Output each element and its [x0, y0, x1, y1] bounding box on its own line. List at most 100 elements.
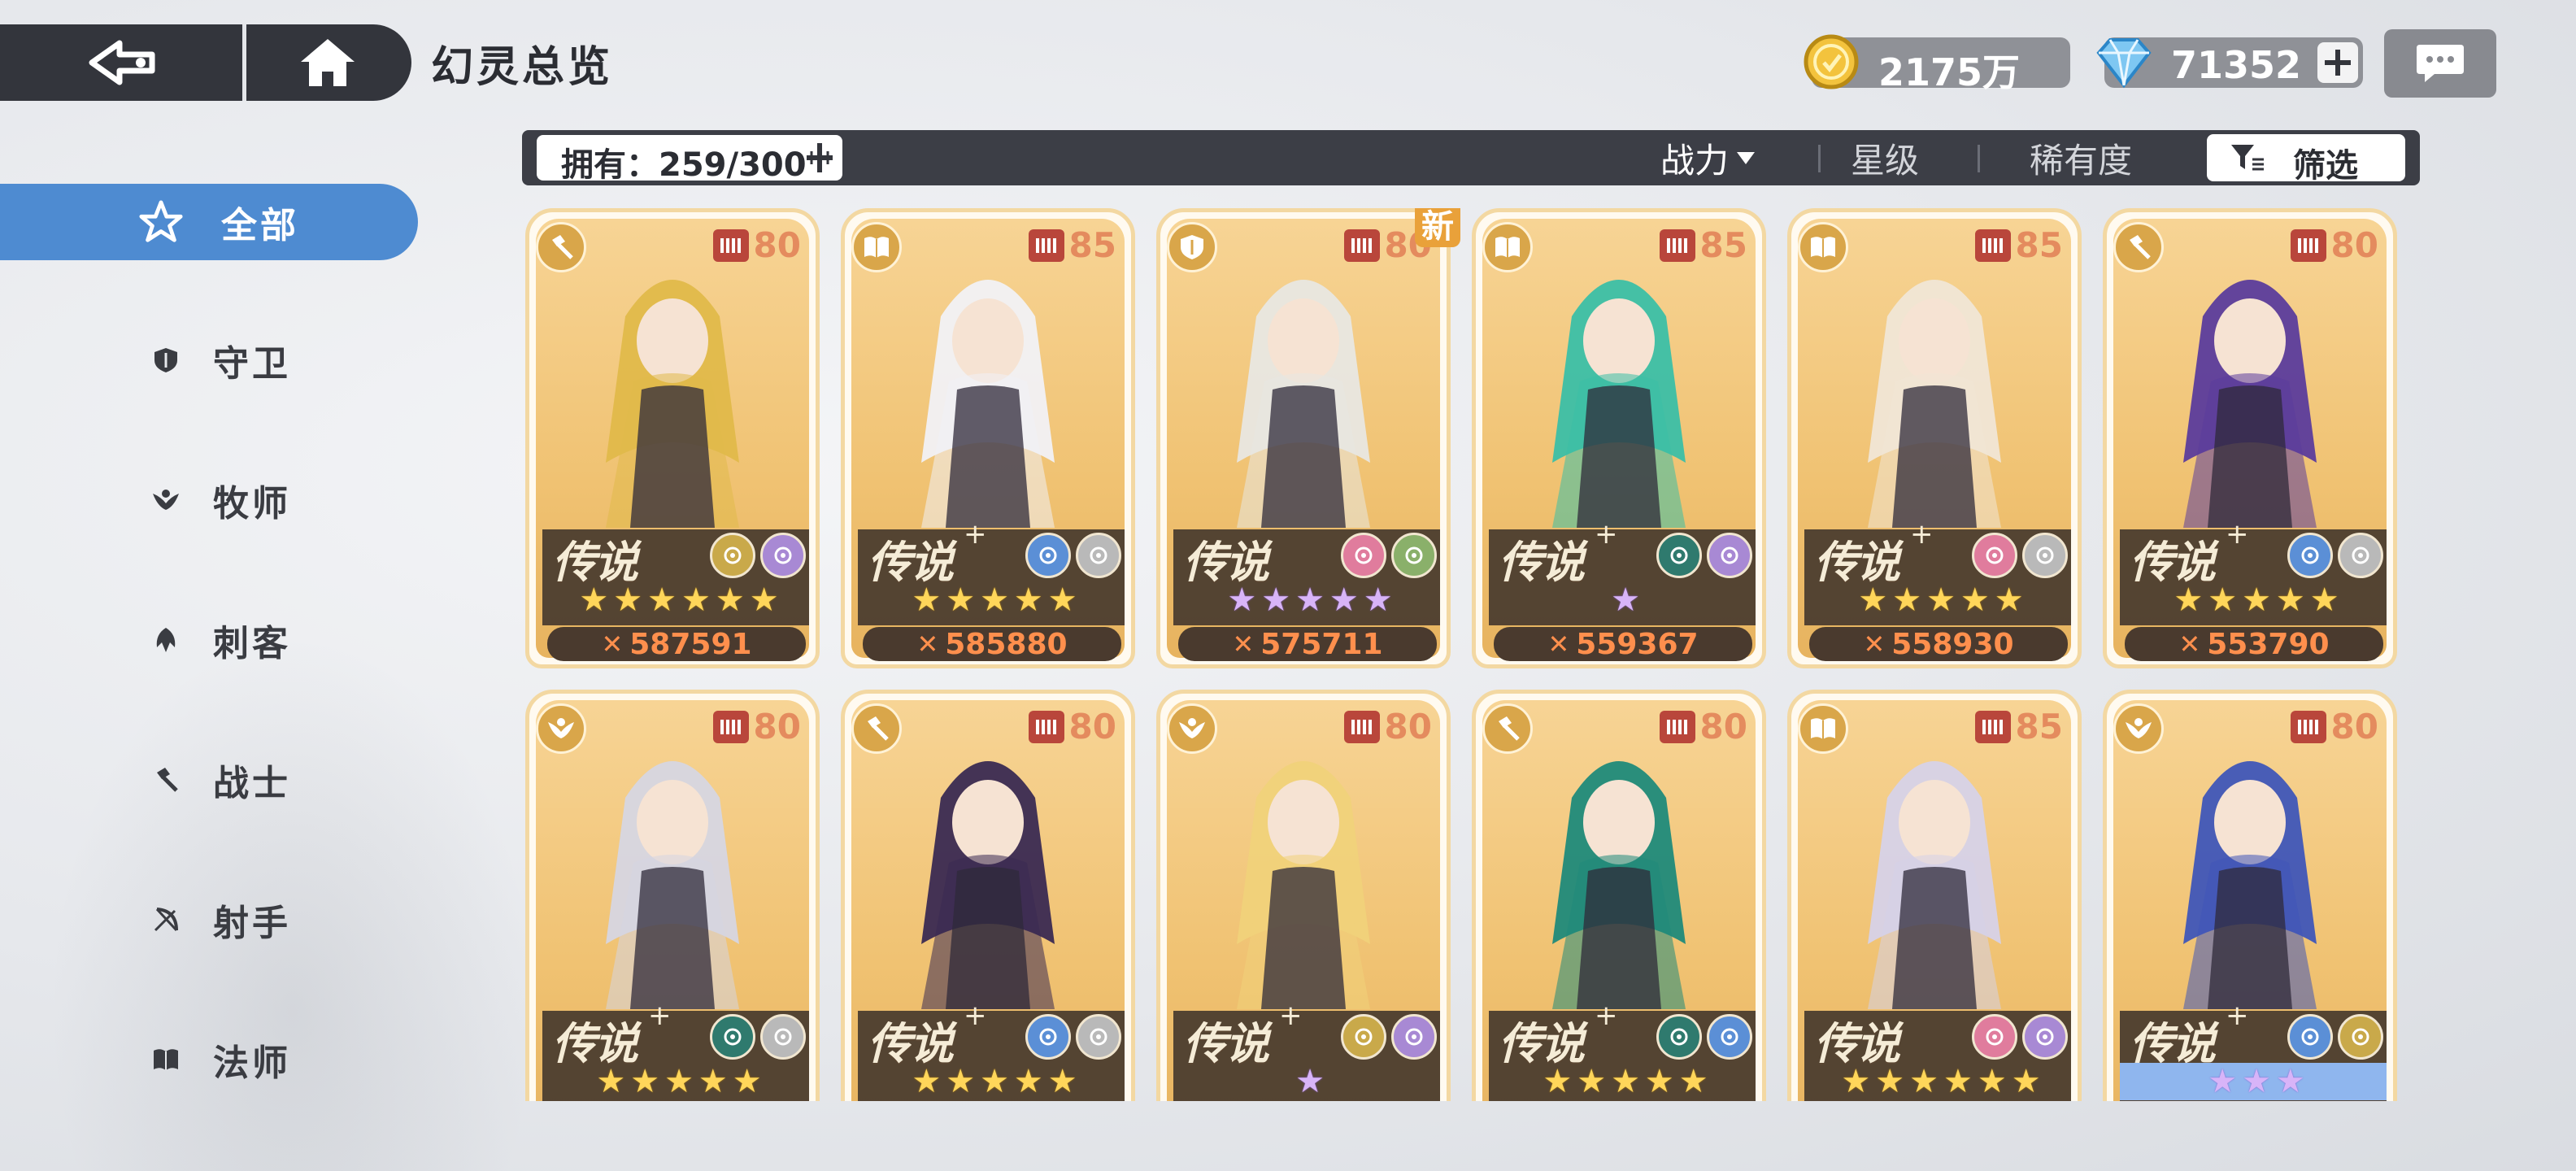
top-nav	[0, 24, 411, 101]
character-card[interactable]: 传说 ★ ★ ★ ★ ★ 80 ✕ 575711 新	[1156, 208, 1460, 668]
home-button[interactable]	[246, 24, 409, 101]
level-value: 80	[2330, 707, 2378, 747]
star-icon: ★	[1577, 1063, 1607, 1100]
gem-value: 71352	[2171, 43, 2302, 87]
sidebar-item-3[interactable]: 刺客	[0, 602, 418, 678]
star-icon: ★	[1227, 581, 1257, 619]
add-gems-button[interactable]	[2317, 42, 2358, 83]
star-icon: ★	[2309, 581, 2339, 619]
character-card[interactable]: 传说 + ★ ★ ★ ★ ★ 85 ✕ 585880	[841, 208, 1135, 668]
character-portrait: 传说 + ★ ★ ★	[2113, 700, 2387, 1101]
crossed-swords-icon: ✕	[1232, 629, 1255, 660]
element-icons	[1025, 533, 1121, 578]
star-icon: ★	[1363, 581, 1393, 619]
sidebar-item-label: 守卫	[213, 343, 291, 385]
chat-button[interactable]	[2384, 29, 2496, 98]
star-icon: ★	[698, 1063, 728, 1100]
star-icon: ★	[749, 581, 779, 619]
star-icon: ★	[1858, 581, 1888, 619]
new-badge: 新	[1415, 208, 1460, 247]
owned-count-box[interactable]: 拥有：259/300	[537, 135, 842, 184]
card-frame: 传说 + ★ ★ ★ ★ ★ 80	[1472, 690, 1766, 1101]
sidebar-item-5[interactable]: 射手	[0, 882, 418, 958]
card-info-panel: 传说 + ★ ★ ★	[2120, 999, 2387, 1101]
star-icon: ★	[1295, 1063, 1325, 1100]
filter-button[interactable]: 筛选	[2207, 134, 2405, 185]
character-portrait: 传说 ★ ★ ★ ★ ★	[1167, 219, 1440, 658]
star-icon: ★	[1943, 1063, 1973, 1100]
power-value: ✕ 585880	[863, 627, 1121, 661]
shield-icon	[1167, 222, 1217, 272]
character-card[interactable]: 传说 + ★ ★ ★ ★ ★ 80	[1472, 690, 1766, 1101]
star-icon: ★	[1909, 1063, 1939, 1100]
character-card[interactable]: 传说 + ★ ★ ★ ★ ★ 80	[841, 690, 1135, 1101]
expand-capacity-icon[interactable]	[803, 141, 836, 174]
card-info-panel: 传说 + ★ ★ ★ ★ ★	[2120, 518, 2387, 625]
hammer-icon	[851, 703, 902, 754]
bow-icon	[143, 897, 189, 942]
level-value: 80	[2330, 225, 2378, 265]
star-rating: ★ ★ ★ ★ ★	[858, 1063, 1125, 1100]
sort-rarity[interactable]: 稀有度	[2030, 135, 2132, 181]
book-icon	[851, 222, 902, 272]
character-card[interactable]: 传说 + ★ ★ ★ ★ ★ 85 ✕ 558930	[1787, 208, 2082, 668]
star-icon: ★	[1013, 581, 1043, 619]
star-rating: ★ ★ ★ ★ ★ ★	[1804, 1063, 2071, 1100]
sidebar-item-label: 法师	[213, 1043, 291, 1084]
star-icon: ★	[2208, 581, 2238, 619]
star-icon: ★	[1926, 581, 1956, 619]
plus-icon	[2325, 50, 2351, 76]
character-portrait: 传说 + ★ ★ ★ ★ ★	[536, 700, 809, 1101]
character-card[interactable]: 传说 + ★ 80	[1156, 690, 1451, 1101]
assassin-icon	[143, 617, 189, 663]
element-icon	[1707, 533, 1752, 578]
character-card[interactable]: 传说 ★ ★ ★ ★ ★ ★ 85	[1787, 690, 2082, 1101]
rarity-plus: +	[1595, 999, 1618, 1032]
element-icons	[1341, 1014, 1437, 1060]
level-icon	[1974, 229, 2011, 262]
card-info-panel: 传说 + ★ ★ ★ ★ ★	[858, 999, 1125, 1101]
character-portrait: 传说 + ★ ★ ★ ★ ★	[1798, 219, 2071, 658]
star-icon: ★	[2242, 1063, 2271, 1100]
star-rating: ★ ★ ★ ★ ★ ★	[542, 581, 809, 619]
star-icon: ★	[596, 1063, 626, 1100]
star-icon: ★	[1994, 581, 2024, 619]
book-icon	[1482, 222, 1533, 272]
element-icon	[1391, 1014, 1437, 1060]
character-card[interactable]: 传说 ★ ★ ★ ★ ★ ★ 80 ✕ 587591	[525, 208, 820, 668]
sidebar-item-4[interactable]: 战士	[0, 742, 418, 818]
star-icon: ★	[1047, 581, 1077, 619]
sort-power[interactable]: 战力	[1660, 135, 1756, 181]
gold-value: 2175万	[1878, 50, 2021, 94]
sort-star[interactable]: 星级	[1851, 135, 1919, 181]
character-card[interactable]: 传说 + ★ ★ ★ ★ ★ 80	[525, 690, 820, 1101]
star-icon: ★	[2208, 1063, 2238, 1100]
back-button[interactable]	[0, 24, 246, 101]
character-card[interactable]: 传说 + ★ ★ ★ ★ ★ 80 ✕ 553790	[2103, 208, 2397, 668]
element-icons	[1656, 1014, 1752, 1060]
sort-rarity-label: 稀有度	[2030, 140, 2133, 181]
card-frame: 传说 + ★ 85 ✕ 559367	[1472, 208, 1766, 668]
rarity-plus: +	[2226, 518, 2249, 551]
home-icon	[301, 39, 355, 86]
sidebar-item-0[interactable]: 全部	[0, 184, 418, 260]
star-icon: ★	[980, 581, 1009, 619]
card-level: 80	[1343, 707, 1432, 747]
element-icon	[710, 533, 755, 578]
crossed-swords-icon: ✕	[1547, 629, 1570, 660]
hammer-icon	[1482, 703, 1533, 754]
rarity-plus: +	[648, 999, 672, 1032]
star-icon: ★	[2242, 581, 2271, 619]
card-frame: 传说 ★ ★ ★ ★ ★ ★ 80 ✕ 587591	[525, 208, 820, 668]
divider	[1978, 145, 1980, 172]
hammer-icon	[143, 757, 189, 803]
sidebar-item-2[interactable]: 牧师	[0, 462, 418, 538]
book-icon	[1798, 703, 1848, 754]
character-card[interactable]: 传说 + ★ 85 ✕ 559367	[1472, 208, 1766, 668]
element-icons	[710, 1014, 806, 1060]
card-level: 80	[1028, 707, 1116, 747]
crossed-swords-icon: ✕	[2178, 629, 2201, 660]
sidebar-item-1[interactable]: 守卫	[0, 322, 418, 398]
character-card[interactable]: 传说 + ★ ★ ★ 80	[2103, 690, 2397, 1101]
sidebar-item-6[interactable]: 法师	[0, 1021, 418, 1098]
